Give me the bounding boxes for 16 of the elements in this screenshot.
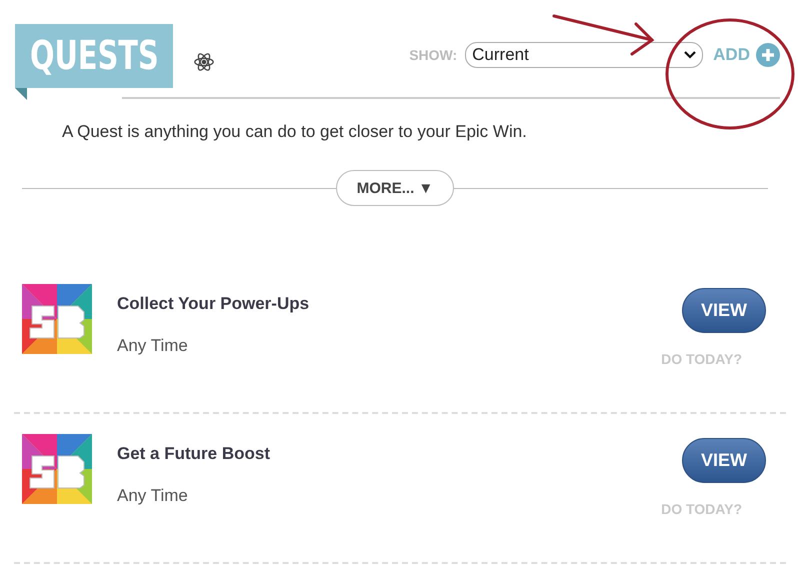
quest-time: Any Time xyxy=(117,336,189,356)
view-button[interactable]: VIEW xyxy=(682,438,766,483)
plus-icon xyxy=(756,43,780,67)
atom-icon[interactable] xyxy=(193,51,215,73)
view-button[interactable]: VIEW xyxy=(682,288,766,333)
chevron-down-icon xyxy=(684,51,696,59)
description-text: A Quest is anything you can do to get closer to your Epic Win. xyxy=(62,122,528,142)
quest-time: Any Time xyxy=(117,486,189,506)
more-button[interactable]: MORE... ▼ xyxy=(336,170,454,206)
show-label: SHOW: xyxy=(409,47,458,63)
rainbow-logo-icon xyxy=(22,284,92,354)
rainbow-logo-icon xyxy=(22,434,92,504)
show-select[interactable]: Current xyxy=(465,42,704,68)
quests-banner: QUESTS xyxy=(15,24,173,100)
quest-title: Get a Future Boost xyxy=(117,444,270,464)
quest-title: Collect Your Power-Ups xyxy=(117,294,310,314)
